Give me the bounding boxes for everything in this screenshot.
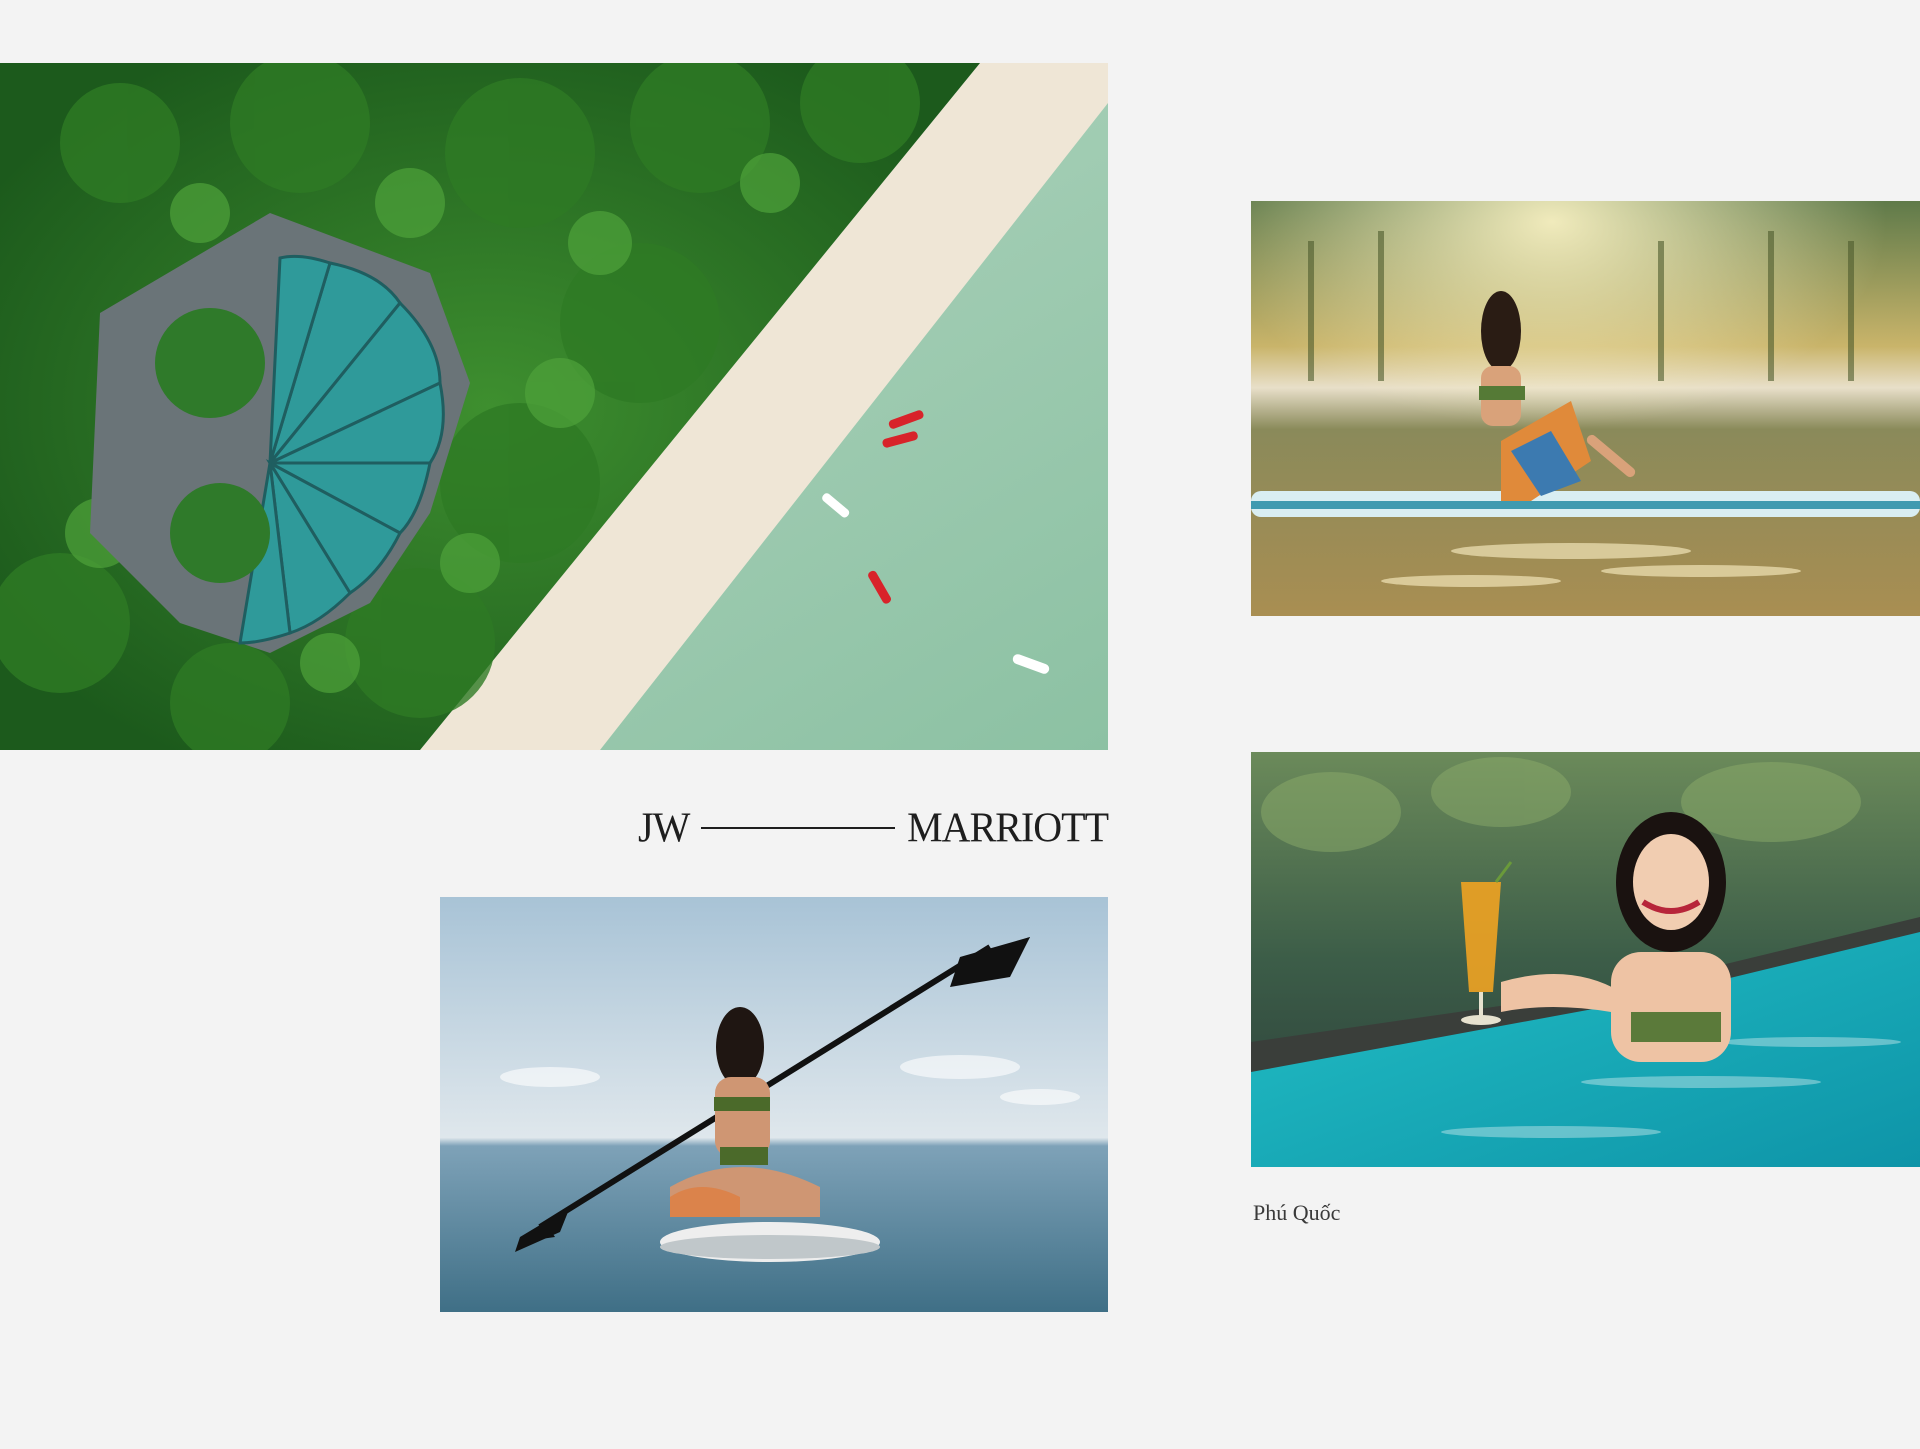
brand-title: JW MARRIOTT [638, 803, 1109, 852]
paddleboard-sunset-photo [1251, 201, 1920, 616]
brand-right-word: MARRIOTT [907, 803, 1109, 852]
brand-left-word: JW [638, 803, 690, 852]
brand-divider-line [701, 827, 896, 829]
pool-cocktail-photo [1251, 752, 1920, 1167]
location-caption: Phú Quốc [1253, 1200, 1341, 1225]
aerial-resort-photo [0, 63, 1108, 750]
kayak-paddle-photo [440, 897, 1108, 1312]
